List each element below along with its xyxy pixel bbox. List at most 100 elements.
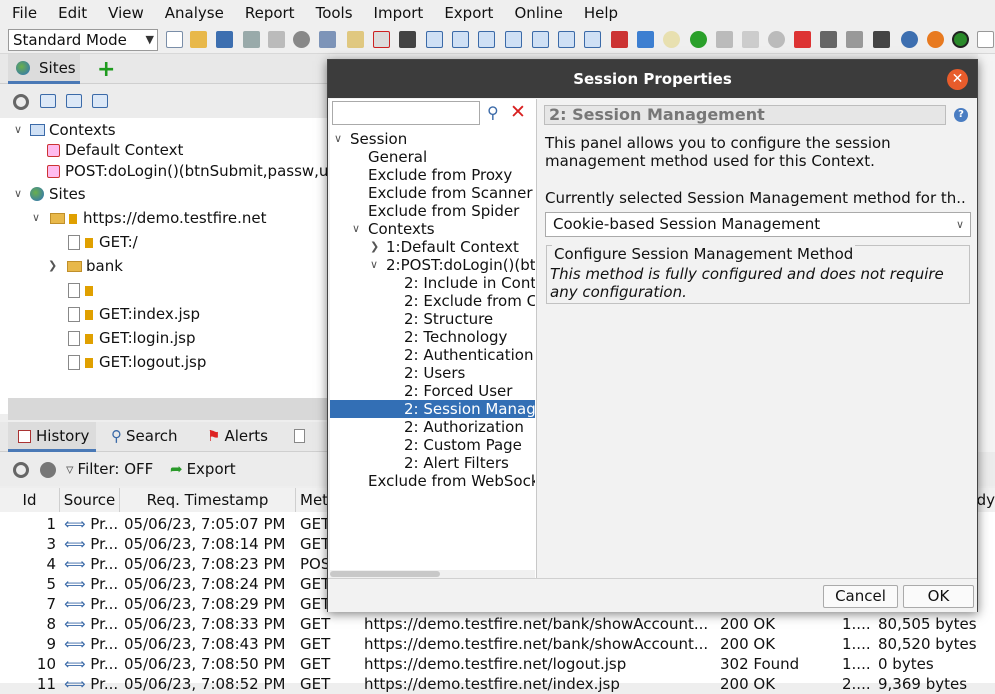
mode-select[interactable]: Standard Mode ▼ <box>8 29 158 51</box>
tree-node-host[interactable]: ∨ https://demo.testfire.net <box>32 207 267 229</box>
tab-sites[interactable]: Sites <box>8 54 80 84</box>
tree-item-exclude-websocket[interactable]: Exclude from WebSock <box>330 472 535 490</box>
tree-item-context-2[interactable]: ∨ 2:POST:doLogin()(btn <box>330 256 535 274</box>
tree-item-contexts[interactable]: ∨ Contexts <box>330 220 535 238</box>
chevron-down-icon[interactable]: ∨ <box>14 119 22 141</box>
cancel-button[interactable]: Cancel <box>823 585 898 608</box>
help-icon[interactable] <box>901 31 918 48</box>
tree-node-get-login[interactable]: GET:login.jsp <box>68 327 195 349</box>
options-gear-icon[interactable] <box>293 31 310 48</box>
tree-item-exclude-spider[interactable]: Exclude from Spider <box>330 202 535 220</box>
tree-node-post-dologin[interactable]: POST:doLogin()(btnSubmit,pass <box>68 279 336 301</box>
col-id[interactable]: Id <box>0 488 60 512</box>
tab-search[interactable]: ⚲ Search <box>111 422 178 452</box>
tree-item-custom-page[interactable]: 2: Custom Page <box>330 436 535 454</box>
chevron-down-icon[interactable]: ∨ <box>14 183 22 205</box>
tree-item-structure[interactable]: 2: Structure <box>330 310 535 328</box>
hud-icon[interactable] <box>952 31 969 48</box>
tree-item-exclude-scanner[interactable]: Exclude from Scanner <box>330 184 535 202</box>
col-req-timestamp[interactable]: Req. Timestamp <box>120 488 296 512</box>
tree-node-bank[interactable]: ❯ bank <box>48 255 123 277</box>
breakpoint-on-icon[interactable] <box>690 31 707 48</box>
menu-edit[interactable]: Edit <box>46 0 96 27</box>
lightbulb-icon[interactable] <box>663 31 680 48</box>
target-icon[interactable] <box>13 94 29 110</box>
expand-icon[interactable] <box>399 31 416 48</box>
refresh-icon[interactable] <box>637 31 654 48</box>
col-source[interactable]: Source <box>60 488 120 512</box>
view-split-icon[interactable] <box>478 31 495 48</box>
tree-node-post-context[interactable]: POST:doLogin()(btnSubmit,passw,u <box>47 160 328 182</box>
view-full-icon[interactable] <box>452 31 469 48</box>
tree-item-context-1[interactable]: ❯ 1:Default Context <box>330 238 535 256</box>
tree-hscroll-thumb[interactable] <box>330 571 440 577</box>
break-icon[interactable] <box>347 31 364 48</box>
view-grid-icon[interactable] <box>584 31 601 48</box>
step-icon[interactable] <box>716 31 733 48</box>
tree-item-exclude-proxy[interactable]: Exclude from Proxy <box>330 166 535 184</box>
menu-report[interactable]: Report <box>233 0 304 27</box>
continue-icon[interactable] <box>742 31 759 48</box>
chevron-down-icon[interactable]: ∨ <box>370 256 378 274</box>
tree-node-contexts[interactable]: ∨ Contexts <box>14 119 116 141</box>
menu-tools[interactable]: Tools <box>304 0 362 27</box>
chevron-down-icon[interactable]: ∨ <box>334 130 342 148</box>
export-context-icon[interactable] <box>92 94 108 108</box>
ok-button[interactable]: OK <box>903 585 974 608</box>
tree-item-authorization[interactable]: 2: Authorization <box>330 418 535 436</box>
chevron-down-icon[interactable]: ∨ <box>32 207 40 229</box>
table-row[interactable]: 11 ⟺ Pr... 05/06/23, 7:08:52 PM GET https://… <box>0 674 995 694</box>
new-context-icon[interactable] <box>40 94 56 108</box>
menu-file[interactable]: File <box>0 0 46 27</box>
help-icon[interactable]: ? <box>954 108 968 122</box>
menu-view[interactable]: View <box>96 0 153 27</box>
new-session-icon[interactable] <box>166 31 183 48</box>
tree-item-include[interactable]: 2: Include in Conte <box>330 274 535 292</box>
open-session-icon[interactable] <box>190 31 207 48</box>
tree-node-default-context[interactable]: Default Context <box>47 139 183 161</box>
table-row[interactable]: 8 ⟺ Pr... 05/06/23, 7:08:33 PM GET https://d… <box>0 614 995 634</box>
globe-filter-icon[interactable] <box>40 462 56 478</box>
tree-item-session[interactable]: ∨ Session <box>330 130 535 148</box>
tab-alerts[interactable]: ⚑ Alerts <box>207 422 268 452</box>
snapshot-icon[interactable] <box>243 31 260 48</box>
firefox-icon[interactable] <box>927 31 944 48</box>
network-icon[interactable] <box>846 31 863 48</box>
view-tabs-icon[interactable] <box>426 31 443 48</box>
view-bottom-icon[interactable] <box>532 31 549 48</box>
table-row[interactable]: 10 ⟺ Pr... 05/06/23, 7:08:50 PM GET https://… <box>0 654 995 674</box>
table-row[interactable]: 9 ⟺ Pr... 05/06/23, 7:08:43 PM GET https://d… <box>0 634 995 654</box>
search-icon[interactable]: ⚲ <box>487 103 499 122</box>
tree-item-technology[interactable]: 2: Technology <box>330 328 535 346</box>
import-context-icon[interactable] <box>66 94 82 108</box>
view-right-icon[interactable] <box>558 31 575 48</box>
menu-help[interactable]: Help <box>572 0 627 27</box>
tree-item-session-management[interactable]: 2: Session Manag <box>330 400 535 418</box>
add-plus-icon[interactable]: + <box>97 57 115 82</box>
layout-icon[interactable] <box>319 31 336 48</box>
tree-search-input[interactable] <box>332 101 480 125</box>
tab-history[interactable]: History <box>8 422 96 452</box>
tree-node-get-index[interactable]: GET:index.jsp <box>68 303 200 325</box>
remove-break-icon[interactable] <box>373 31 390 48</box>
scripts-icon[interactable] <box>820 31 837 48</box>
extra-icon[interactable] <box>977 31 994 48</box>
tree-node-sites[interactable]: ∨ Sites <box>14 183 86 205</box>
menu-export[interactable]: Export <box>432 0 502 27</box>
menu-online[interactable]: Online <box>502 0 571 27</box>
drop-icon[interactable] <box>768 31 785 48</box>
filter-button[interactable]: ▿ Filter: OFF <box>66 460 153 478</box>
clear-icon[interactable]: ✕ <box>510 101 526 123</box>
tree-item-exclude[interactable]: 2: Exclude from C <box>330 292 535 310</box>
tree-item-forced-user[interactable]: 2: Forced User <box>330 382 535 400</box>
chevron-right-icon[interactable]: ❯ <box>48 255 57 277</box>
tree-item-general[interactable]: General <box>330 148 535 166</box>
export-button[interactable]: ➦ Export <box>170 460 236 478</box>
tree-item-users[interactable]: 2: Users <box>330 364 535 382</box>
console-icon[interactable] <box>873 31 890 48</box>
view-side-icon[interactable] <box>505 31 522 48</box>
menu-import[interactable]: Import <box>362 0 433 27</box>
menu-analyse[interactable]: Analyse <box>153 0 233 27</box>
disable-breaks-icon[interactable] <box>794 31 811 48</box>
tree-item-alert-filters[interactable]: 2: Alert Filters <box>330 454 535 472</box>
